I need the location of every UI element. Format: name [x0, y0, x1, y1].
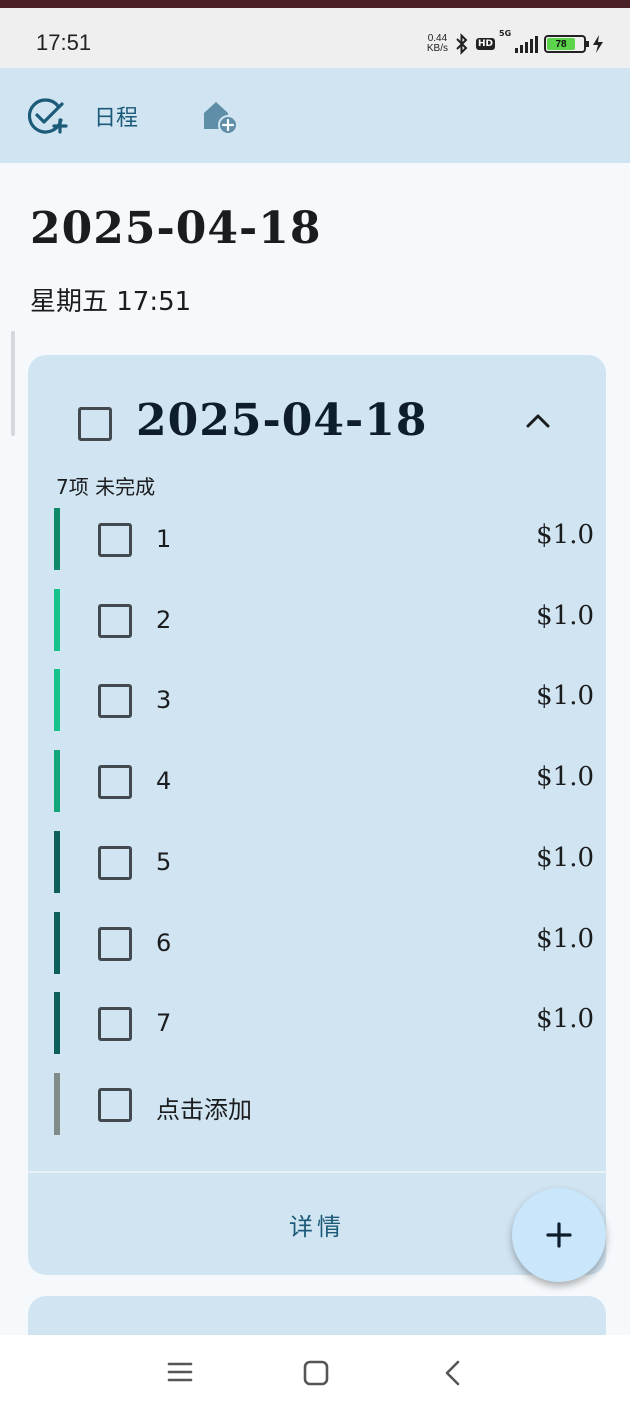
day-card-checkbox[interactable] [78, 407, 112, 441]
day-card: 2025-04-18 7项 未完成 1 $1.0 2 $1.0 3 $1.0 4 $1.0 5 $… [28, 355, 606, 1275]
status-bar: 17:51 0.44 KB/s HD 5G 78 [0, 8, 630, 68]
menu-icon [167, 1362, 193, 1382]
task-price: $1.0 [536, 762, 594, 793]
task-row[interactable]: 6 $1.0 [54, 911, 594, 974]
add-task-checkbox[interactable] [98, 1088, 132, 1122]
charging-icon [593, 35, 603, 53]
chevron-up-icon [526, 414, 550, 428]
add-fab-button[interactable] [512, 1188, 606, 1282]
task-color-bar [54, 508, 60, 570]
battery-level: 78 [547, 38, 576, 50]
task-color-bar [54, 750, 60, 813]
back-chevron-icon [445, 1360, 460, 1386]
network-speed: 0.44 KB/s [427, 34, 448, 54]
task-color-bar [54, 830, 60, 893]
hd-badge: HD [475, 38, 495, 50]
task-price: $1.0 [536, 1004, 594, 1035]
task-color-bar [54, 992, 60, 1055]
task-color-bar [54, 588, 60, 651]
home-add-icon [204, 102, 238, 135]
battery-icon: 78 [544, 35, 589, 53]
task-color-bar [54, 669, 60, 732]
task-color-bar [54, 911, 60, 974]
nav-home-button[interactable] [302, 1359, 330, 1391]
task-name: 5 [156, 847, 172, 876]
system-nav-bar [0, 1335, 630, 1408]
task-price: $1.0 [536, 681, 594, 712]
add-task-color-bar [54, 1073, 60, 1135]
page-title-date: 2025-04-18 [30, 203, 322, 254]
add-home-button[interactable] [200, 98, 240, 140]
network-speed-unit: KB/s [426, 43, 448, 54]
day-card-date: 2025-04-18 [136, 395, 428, 446]
plus-icon [546, 1222, 572, 1248]
nav-menu-button[interactable] [166, 1359, 194, 1389]
add-task-label: 点击添加 [156, 1096, 252, 1124]
calendar-check-add-icon [28, 98, 68, 134]
task-checkbox[interactable] [98, 523, 132, 557]
task-name: 3 [156, 686, 172, 715]
status-time: 17:51 [36, 30, 92, 55]
scrollbar[interactable] [11, 331, 15, 436]
task-name: 6 [156, 928, 172, 957]
nav-back-button[interactable] [440, 1359, 466, 1391]
task-summary: 7项 未完成 [56, 475, 156, 499]
weekday-time: 星期五 17:51 [30, 287, 192, 317]
collapse-button[interactable] [524, 411, 552, 435]
signal-icon: 5G [499, 29, 538, 53]
app-bar: 日程 [0, 68, 630, 163]
task-row[interactable]: 3 $1.0 [54, 669, 594, 732]
task-checkbox[interactable] [98, 603, 132, 638]
bluetooth-icon [456, 33, 468, 55]
task-name: 1 [156, 525, 172, 553]
next-day-card[interactable] [28, 1296, 606, 1335]
task-checkbox[interactable] [98, 684, 132, 719]
task-row[interactable]: 4 $1.0 [54, 750, 594, 813]
task-row[interactable]: 5 $1.0 [54, 830, 594, 893]
tab-schedule-label: 日程 [94, 106, 139, 131]
main-content[interactable]: 2025-04-18 星期五 17:51 2025-04-18 7项 未完成 1… [0, 163, 630, 1335]
square-home-icon [303, 1360, 329, 1386]
task-checkbox[interactable] [98, 926, 132, 961]
window-top-edge [0, 0, 630, 8]
task-name: 4 [156, 767, 172, 796]
task-price: $1.0 [536, 520, 594, 550]
task-price: $1.0 [536, 923, 594, 954]
tab-schedule[interactable]: 日程 [28, 96, 138, 136]
task-checkbox[interactable] [98, 765, 132, 800]
task-row[interactable]: 2 $1.0 [54, 588, 594, 651]
add-task-row[interactable]: 点击添加 [54, 1073, 594, 1135]
status-icons: 0.44 KB/s HD 5G 78 [427, 29, 604, 58]
task-price: $1.0 [536, 842, 594, 873]
signal-label: 5G [499, 29, 512, 38]
task-name: 2 [156, 605, 172, 634]
task-row[interactable]: 7 $1.0 [54, 992, 594, 1055]
task-row[interactable]: 1 $1.0 [54, 508, 594, 570]
task-checkbox[interactable] [98, 1007, 132, 1042]
task-checkbox[interactable] [98, 845, 132, 880]
task-name: 7 [156, 1009, 172, 1038]
task-price: $1.0 [536, 600, 594, 631]
